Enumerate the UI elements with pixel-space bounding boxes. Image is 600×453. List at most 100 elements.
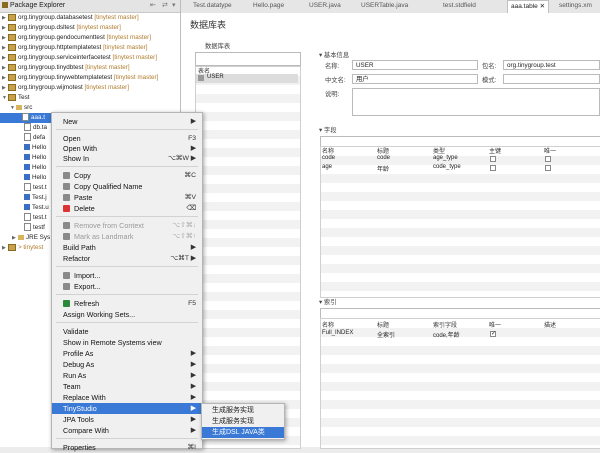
submenu-generate-service-impl-2[interactable]: 生成服务实现 <box>202 416 284 427</box>
file-row[interactable]: Hello <box>24 173 46 183</box>
collapse-all-icon[interactable]: ⇤ <box>150 1 156 9</box>
menu-item-assign-working-sets[interactable]: Assign Working Sets... <box>52 309 202 320</box>
menu-item-show-in[interactable]: Show In ⌥⌘W ▶ <box>52 153 202 164</box>
menu-item-copy-qualified-name[interactable]: Copy Qualified Name <box>52 181 202 192</box>
src-folder[interactable]: ▼ src <box>10 103 32 113</box>
primary-key-checkbox[interactable] <box>490 165 496 171</box>
project-row[interactable]: ▶ org.tinygroup.dsltest [tinytest master] <box>2 23 121 33</box>
package-explorer-tab[interactable]: Package Explorer ⇤ ⇄ ▾ <box>0 0 180 13</box>
mode-field[interactable] <box>503 74 600 84</box>
menu-item-build-path[interactable]: Build Path ▶ <box>52 242 202 253</box>
file-row[interactable]: Hello <box>24 153 46 163</box>
tab-settings-xml[interactable]: settings.xm <box>559 2 592 9</box>
branch-label: [tinytest master] <box>103 44 148 51</box>
menu-item-team[interactable]: Team ▶ <box>52 381 202 392</box>
menu-item-shortcut: ▶ <box>190 361 196 368</box>
menu-item-delete[interactable]: Delete ⌫ <box>52 203 202 214</box>
tab-test-datatype[interactable]: Test.datatype <box>193 2 232 9</box>
menu-item-label: Copy <box>74 171 91 180</box>
file-row[interactable]: Hello <box>24 143 46 153</box>
file-name: test.t <box>33 214 47 221</box>
field-row-type[interactable]: code_type <box>433 164 461 170</box>
index-row-fields[interactable]: code,年龄 <box>433 330 460 339</box>
menu-item-replace-with[interactable]: Replace With ▶ <box>52 392 202 403</box>
menu-item-compare-with[interactable]: Compare With ▶ <box>52 425 202 436</box>
menu-item-show-in-remote-systems-view[interactable]: Show in Remote Systems view <box>52 337 202 348</box>
table-filter-input[interactable] <box>195 52 301 66</box>
unique-checkbox[interactable] <box>545 156 551 162</box>
chinese-name-field[interactable]: 用户 <box>352 74 478 84</box>
menu-item-mark-as-landmark[interactable]: Mark as Landmark ⌥⇧⌘↑ <box>52 231 202 242</box>
menu-item-properties[interactable]: Properties ⌘I <box>52 442 202 453</box>
file-name: db.ta <box>33 124 48 131</box>
index-table <box>320 318 600 449</box>
field-row-name[interactable]: code <box>322 155 335 161</box>
tab-hello-page[interactable]: Hello.page <box>253 2 284 9</box>
project-row[interactable]: ▶ org.tinygroup.wijmotest [tinytest maste… <box>2 83 129 93</box>
project-row-tinytest[interactable]: ▶ > tinytest <box>2 243 43 253</box>
project-name: Test <box>18 94 30 101</box>
field-row-title[interactable]: 年龄 <box>377 164 389 173</box>
file-row[interactable]: test.t <box>24 183 47 193</box>
list-item-selected[interactable]: USER <box>196 74 298 83</box>
file-row[interactable]: db.ta <box>24 123 47 133</box>
name-field[interactable]: USER <box>352 60 478 70</box>
primary-key-checkbox[interactable] <box>490 156 496 162</box>
menu-item-remove-from-context[interactable]: Remove from Context ⌥⇧⌘↓ <box>52 220 202 231</box>
submenu-generate-service-impl[interactable]: 生成服务实现 <box>202 405 284 416</box>
field-row-type[interactable]: age_type <box>433 155 458 161</box>
menu-item-refresh[interactable]: Refresh F5 <box>52 298 202 309</box>
unique-checkbox[interactable] <box>545 165 551 171</box>
file-row[interactable]: Test.u <box>24 203 49 213</box>
menu-item-run-as[interactable]: Run As ▶ <box>52 370 202 381</box>
menu-item-new[interactable]: New ▶ <box>52 116 202 127</box>
basic-info-header[interactable]: ▾ 基本信息 <box>319 50 349 59</box>
field-row-title[interactable]: code <box>377 155 390 161</box>
index-section-header[interactable]: ▾ 索引 <box>319 297 337 306</box>
file-row[interactable]: testf <box>24 223 45 233</box>
menu-item-profile-as[interactable]: Profile As ▶ <box>52 348 202 359</box>
menu-item-tinystudio[interactable]: TinyStudio ▶ <box>52 403 202 414</box>
project-row-test[interactable]: ▼ Test <box>2 93 30 103</box>
menu-item-jpa-tools[interactable]: JPA Tools ▶ <box>52 414 202 425</box>
tab-aaa-table[interactable]: aaa.table ✕ <box>507 0 550 13</box>
close-icon[interactable]: ✕ <box>540 3 545 10</box>
file-icon <box>24 213 31 222</box>
project-row[interactable]: ▶ org.tinygroup.gendocumenttest [tinytest… <box>2 33 151 43</box>
submenu-generate-dsl-java[interactable]: 生成DSL JAVA类 <box>202 427 284 438</box>
project-row[interactable]: ▶ org.tinygroup.serviceinterfacetest [tin… <box>2 53 157 63</box>
package-field[interactable]: org.tinygroup.test <box>503 60 600 70</box>
tab-usertable-java[interactable]: USERTable.java <box>361 2 408 9</box>
description-field[interactable] <box>352 88 600 116</box>
selected-file-row[interactable]: aaa.t <box>0 113 55 123</box>
jre-row[interactable]: ▶ JRE Sys <box>12 233 50 243</box>
file-row[interactable]: defa <box>24 133 45 143</box>
index-row-name[interactable]: Full_INDEX <box>322 330 353 336</box>
name-label: 名称: <box>325 63 340 70</box>
menu-item-refactor[interactable]: Refactor ⌥⌘T ▶ <box>52 253 202 264</box>
project-row[interactable]: ▶ org.tinygroup.databasetest [tinytest ma… <box>2 13 139 23</box>
menu-item-copy[interactable]: Copy ⌘C <box>52 170 202 181</box>
menu-item-import[interactable]: Import... <box>52 270 202 281</box>
field-row-name[interactable]: age <box>322 164 332 170</box>
tab-test-stdfield[interactable]: test.stdfield <box>443 2 476 9</box>
index-unique-checkbox[interactable]: ✓ <box>490 331 496 337</box>
menu-item-export[interactable]: Export... <box>52 281 202 292</box>
field-section-header[interactable]: ▾ 字段 <box>319 125 337 134</box>
tab-user-java[interactable]: USER.java <box>309 2 341 9</box>
menu-item-label: Refactor <box>63 254 91 263</box>
project-row[interactable]: ▶ org.tinygroup.tinydbtest [tinytest mast… <box>2 63 130 73</box>
link-editor-icon[interactable]: ⇄ <box>162 1 168 9</box>
menu-item-paste[interactable]: Paste ⌘V <box>52 192 202 203</box>
field-section-title: 字段 <box>323 127 337 134</box>
file-row[interactable]: Hello <box>24 163 46 173</box>
view-menu-icon[interactable]: ▾ <box>172 1 176 9</box>
project-row[interactable]: ▶ org.tinygroup.tinywebtemplatetest [tiny… <box>2 73 158 83</box>
index-row-title[interactable]: 全索引 <box>377 330 395 339</box>
project-row[interactable]: ▶ org.tinygroup.httptemplatetest [tinytes… <box>2 43 148 53</box>
file-row[interactable]: Test.j <box>24 193 47 203</box>
field-col-primary: 主键 <box>489 149 502 155</box>
menu-item-debug-as[interactable]: Debug As ▶ <box>52 359 202 370</box>
file-row[interactable]: test.t <box>24 213 47 223</box>
menu-item-validate[interactable]: Validate <box>52 326 202 337</box>
